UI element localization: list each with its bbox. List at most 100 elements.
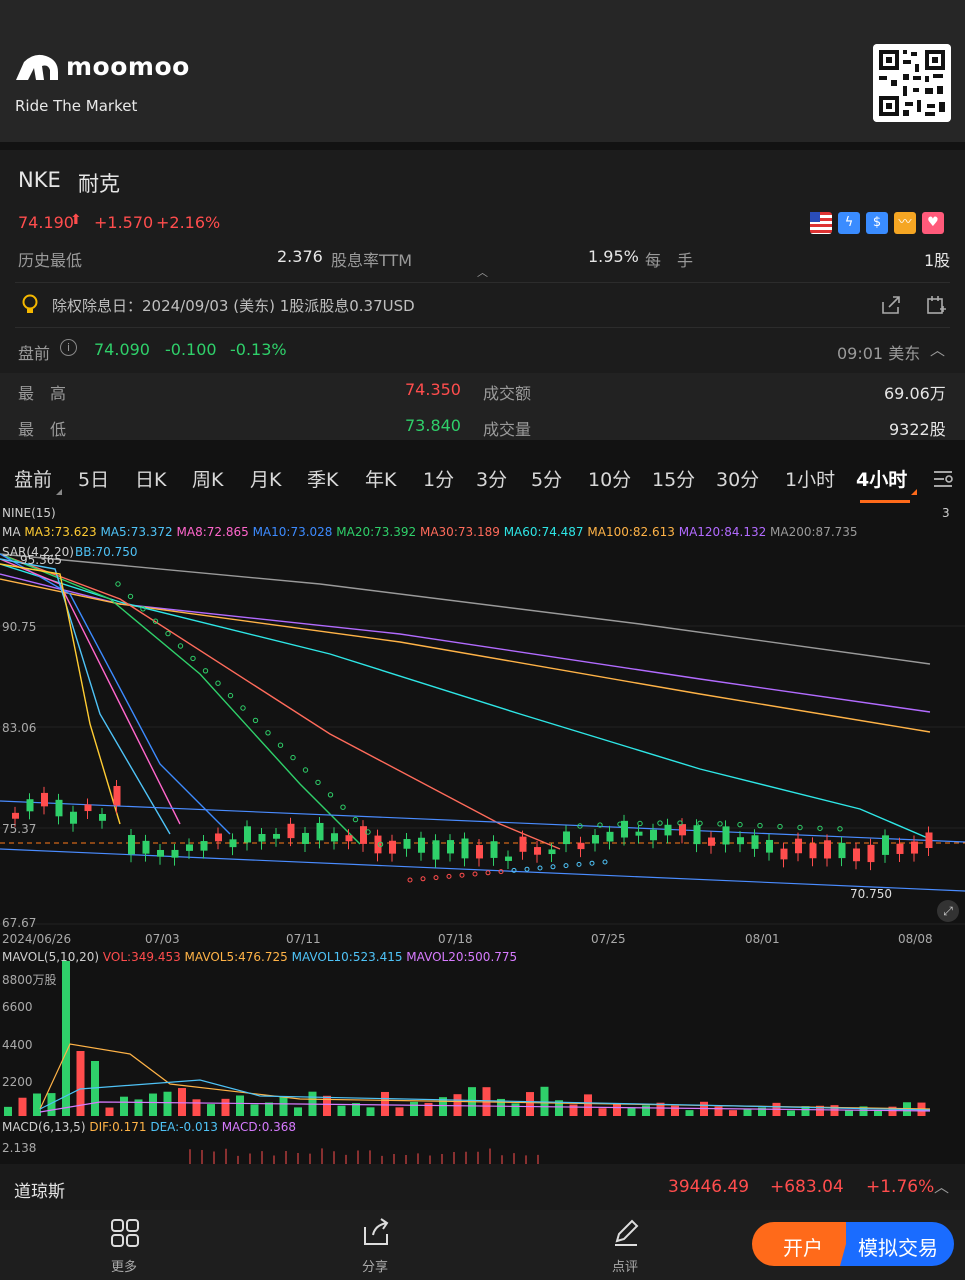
share-icon[interactable] <box>880 294 902 316</box>
x-axis-label: 08/01 <box>745 932 780 946</box>
tab-1hour[interactable]: 1小时 <box>785 465 835 492</box>
open-account-label[interactable]: 开户 <box>783 1232 823 1261</box>
candle-body <box>534 847 541 855</box>
vol-legend-item: MAVOL20:500.775 <box>406 950 518 964</box>
turnover-label: 成交额 <box>483 384 532 403</box>
candle-body <box>432 840 440 860</box>
nine-indicator-label: NINE(15) <box>2 506 56 520</box>
candle-body <box>679 824 686 836</box>
candle-body <box>258 833 266 842</box>
dividend-yield-label: 股息率TTM <box>331 251 413 270</box>
candle-body <box>360 826 367 844</box>
candlestick-chart[interactable] <box>0 504 965 1164</box>
volume-bar <box>337 1105 346 1116</box>
volume-bar <box>511 1103 520 1116</box>
macd-legend: MACD(6,13,5) DIF:0.171 DEA:-0.013 MACD:0… <box>2 1120 296 1134</box>
trend-icon: 〰 <box>894 212 916 234</box>
volume-bar <box>584 1094 592 1116</box>
nav-comment-label[interactable]: 点评 <box>612 1256 638 1275</box>
x-axis-label: 07/18 <box>438 932 473 946</box>
grid-more-icon[interactable] <box>110 1218 140 1248</box>
stock-ticker: NKE <box>18 168 61 192</box>
sar-dot <box>127 593 134 600</box>
paper-trade-label[interactable]: 模拟交易 <box>858 1232 938 1261</box>
brand-slogan: Ride The Market <box>15 97 138 115</box>
ma-legend-item: MA10:73.028 <box>252 525 333 539</box>
heart-icon[interactable]: ♥ <box>922 212 944 234</box>
candle-body <box>911 841 918 854</box>
volume-bar <box>685 1110 694 1116</box>
tab-4hour[interactable]: 4小时 <box>856 465 907 492</box>
share-nav-icon[interactable] <box>361 1217 391 1247</box>
tab-yearly-k[interactable]: 年K <box>365 465 396 492</box>
zoom-reset-icon[interactable]: ⤢ <box>937 900 959 922</box>
tab-5min[interactable]: 5分 <box>531 465 562 492</box>
volume-bar <box>33 1093 41 1116</box>
expand-chevron-icon[interactable]: ︿ <box>477 264 488 280</box>
tab-15min[interactable]: 15分 <box>652 465 695 492</box>
ma-legend-item: MA200:87.735 <box>770 525 858 539</box>
volume-bar <box>642 1105 650 1116</box>
vol-legend-item: MAVOL10:523.415 <box>291 950 403 964</box>
expand-index-chevron-icon[interactable]: ︿ <box>934 1176 949 1197</box>
candle-body <box>737 837 744 845</box>
candle-body <box>128 835 135 855</box>
active-tab-indicator <box>860 500 910 503</box>
tab-quarterly-k[interactable]: 季K <box>307 465 338 492</box>
tab-premarket[interactable]: 盘前 <box>14 465 52 492</box>
volume-bar <box>569 1104 578 1116</box>
info-icon[interactable]: i <box>60 339 77 356</box>
chart-settings-icon[interactable] <box>932 467 956 491</box>
volume-bar <box>366 1107 375 1116</box>
tab-1min[interactable]: 1分 <box>423 465 454 492</box>
sar-dot <box>420 876 426 882</box>
volume-bar <box>294 1107 302 1116</box>
candle-body <box>215 833 222 842</box>
candle-body <box>722 826 730 845</box>
x-axis-label: 2024/06/26 <box>2 932 72 946</box>
volume-bar <box>453 1094 462 1116</box>
volume-label: 成交量 <box>483 420 532 439</box>
sar-dot <box>602 859 608 865</box>
candle-body <box>461 838 469 859</box>
volume-bar <box>265 1102 273 1116</box>
vol-legend-item: MAVOL5:476.725 <box>184 950 288 964</box>
tab-3min[interactable]: 3分 <box>476 465 507 492</box>
candle-body <box>84 804 92 812</box>
tab-daily-k[interactable]: 日K <box>135 465 166 492</box>
sar-dot <box>837 826 843 832</box>
volume-bar <box>149 1093 157 1116</box>
candle-body <box>99 813 106 821</box>
macd-legend-item: DEA:-0.013 <box>150 1120 218 1134</box>
tab-10min[interactable]: 10分 <box>588 465 631 492</box>
collapse-chevron-icon[interactable]: ︿ <box>930 339 945 360</box>
candle-body <box>896 843 904 854</box>
ma-legend-item: MA120:84.132 <box>678 525 767 539</box>
sar-dot <box>240 705 246 711</box>
nav-more-label[interactable]: 更多 <box>111 1256 137 1275</box>
ma-legend-item: MA20:73.392 <box>336 525 417 539</box>
candle-body <box>389 840 396 854</box>
nav-share-label[interactable]: 分享 <box>362 1256 388 1275</box>
candle-body <box>316 822 324 841</box>
tab-5day[interactable]: 5日 <box>78 465 109 492</box>
vol-y-label: 4400 <box>2 1038 33 1052</box>
macd-legend-item: MACD:0.368 <box>221 1120 297 1134</box>
candle-body <box>824 840 831 859</box>
ma-line <box>0 563 121 825</box>
calendar-add-icon[interactable] <box>925 294 947 316</box>
tab-30min[interactable]: 30分 <box>716 465 759 492</box>
qr-code-icon[interactable] <box>873 44 951 122</box>
tab-monthly-k[interactable]: 月K <box>250 465 281 492</box>
vol-y-label: 2200 <box>2 1075 33 1089</box>
volume-bar <box>221 1098 230 1116</box>
sar-dot <box>252 717 259 724</box>
y-axis-label: 83.06 <box>2 721 37 735</box>
ma-legend-item: MA8:72.865 <box>176 525 249 539</box>
pen-comment-icon[interactable] <box>611 1217 641 1247</box>
lightbulb-icon <box>22 294 38 313</box>
vol-y-label: 6600 <box>2 1000 33 1014</box>
volume-bar <box>192 1099 201 1116</box>
candle-body <box>302 832 309 844</box>
tab-weekly-k[interactable]: 周K <box>192 465 223 492</box>
